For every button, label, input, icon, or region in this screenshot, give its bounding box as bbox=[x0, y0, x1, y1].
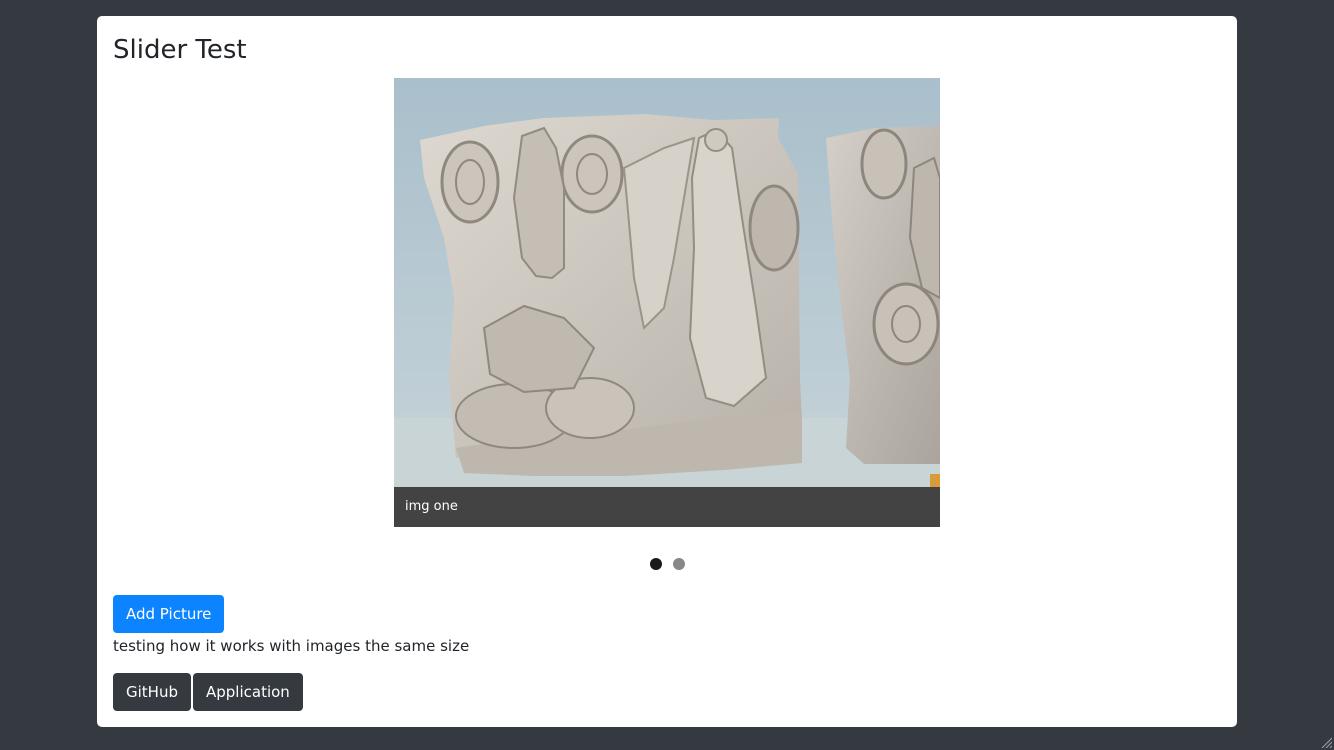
application-button[interactable]: Application bbox=[193, 673, 303, 711]
slide-image bbox=[394, 78, 940, 487]
description-text: testing how it works with images the sam… bbox=[113, 637, 470, 655]
image-carousel[interactable]: img one bbox=[394, 78, 940, 527]
resize-grip-icon[interactable] bbox=[1320, 736, 1332, 748]
page-title: Slider Test bbox=[113, 35, 247, 65]
main-card: Slider Test img one Add Picture testing … bbox=[97, 16, 1237, 727]
carousel-dot-2[interactable] bbox=[672, 558, 685, 570]
carousel-indicators bbox=[97, 558, 1237, 572]
slide-caption: img one bbox=[394, 487, 940, 527]
add-picture-button[interactable]: Add Picture bbox=[113, 595, 225, 633]
carousel-dot-1[interactable] bbox=[649, 558, 662, 570]
github-button[interactable]: GitHub bbox=[113, 673, 191, 711]
